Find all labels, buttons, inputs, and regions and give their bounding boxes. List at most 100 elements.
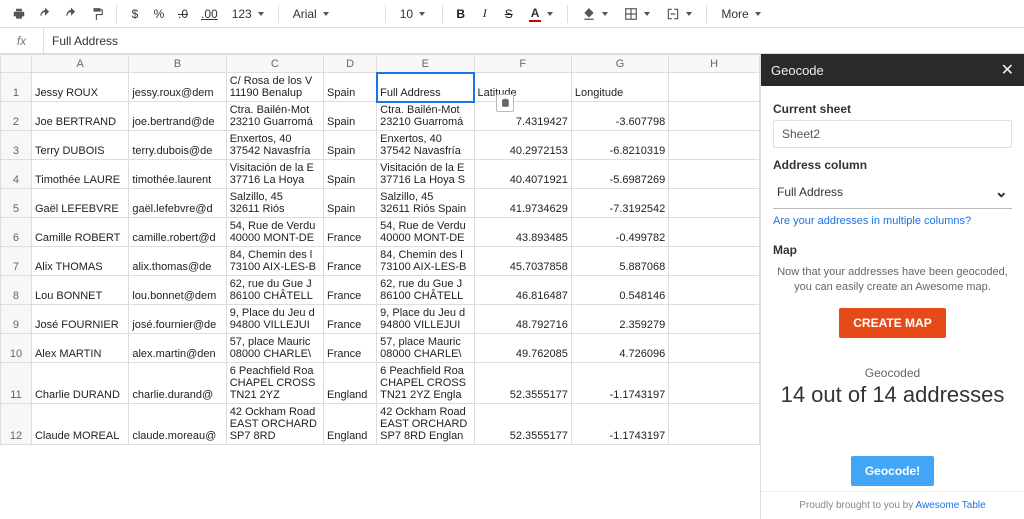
fill-color-dropdown[interactable] — [576, 3, 614, 25]
font-family-dropdown[interactable]: Arial — [287, 3, 377, 25]
row-header[interactable]: 2 — [1, 102, 32, 131]
bold-button[interactable]: B — [451, 3, 471, 25]
cell-F10[interactable]: 49.762085 — [474, 334, 571, 363]
print-button[interactable] — [8, 3, 30, 25]
cell-G10[interactable]: 4.726096 — [571, 334, 668, 363]
cell-E5[interactable]: Salzillo, 4532611 Riós Spain — [377, 189, 474, 218]
increase-decimal-button[interactable]: .00 — [197, 3, 222, 25]
cell-F8[interactable]: 46.816487 — [474, 276, 571, 305]
strikethrough-button[interactable]: S — [499, 3, 519, 25]
cell-H3[interactable] — [669, 131, 760, 160]
formula-value[interactable]: Full Address — [44, 34, 126, 48]
cell-F1[interactable]: Latitude — [474, 73, 571, 102]
geocode-button[interactable]: Geocode! — [851, 456, 934, 486]
cell-D4[interactable]: Spain — [324, 160, 377, 189]
cell-F4[interactable]: 40.4071921 — [474, 160, 571, 189]
cell-H5[interactable] — [669, 189, 760, 218]
row-header[interactable]: 6 — [1, 218, 32, 247]
cell-A3[interactable]: Terry DUBOIS — [31, 131, 128, 160]
cell-D9[interactable]: France — [324, 305, 377, 334]
column-header-G[interactable]: G — [571, 55, 668, 73]
cell-G6[interactable]: -0.499782 — [571, 218, 668, 247]
cell-A8[interactable]: Lou BONNET — [31, 276, 128, 305]
cell-E2[interactable]: Ctra. Bailén-Mot23210 Guarromá — [377, 102, 474, 131]
cell-A1[interactable]: Jessy ROUX — [31, 73, 128, 102]
cell-H10[interactable] — [669, 334, 760, 363]
cell-E11[interactable]: 6 Peachfield RoaCHAPEL CROSSTN21 2YZ Eng… — [377, 363, 474, 404]
cell-F7[interactable]: 45.7037858 — [474, 247, 571, 276]
cell-E4[interactable]: Visitación de la E37716 La Hoya S — [377, 160, 474, 189]
column-header-E[interactable]: E — [377, 55, 474, 73]
row-header[interactable]: 3 — [1, 131, 32, 160]
cell-B9[interactable]: josé.fournier@de — [129, 305, 226, 334]
cell-C2[interactable]: Ctra. Bailén-Mot23210 Guarromá — [226, 102, 323, 131]
multi-columns-link[interactable]: Are your addresses in multiple columns? — [773, 213, 1012, 237]
merge-cells-dropdown[interactable] — [660, 3, 698, 25]
cell-F5[interactable]: 41.9734629 — [474, 189, 571, 218]
cell-F9[interactable]: 48.792716 — [474, 305, 571, 334]
cell-F3[interactable]: 40.2972153 — [474, 131, 571, 160]
row-header[interactable]: 5 — [1, 189, 32, 218]
font-size-dropdown[interactable]: 10 — [394, 3, 434, 25]
cell-C8[interactable]: 62, rue du Gue J86100 CHÂTELL — [226, 276, 323, 305]
cell-E10[interactable]: 57, place Mauric08000 CHARLE\ — [377, 334, 474, 363]
cell-E9[interactable]: 9, Place du Jeu d94800 VILLEJUI — [377, 305, 474, 334]
cell-F2[interactable]: 7.4319427 — [474, 102, 571, 131]
cell-E12[interactable]: 42 Ockham RoadEAST ORCHARDSP7 8RD Englan — [377, 404, 474, 445]
cell-D5[interactable]: Spain — [324, 189, 377, 218]
cell-G4[interactable]: -5.6987269 — [571, 160, 668, 189]
column-header-H[interactable]: H — [669, 55, 760, 73]
address-column-select[interactable]: Full Address ⌄ — [773, 176, 1012, 209]
cell-D11[interactable]: England — [324, 363, 377, 404]
currency-format-button[interactable]: $ — [125, 3, 145, 25]
cell-A2[interactable]: Joe BERTRAND — [31, 102, 128, 131]
row-header[interactable]: 1 — [1, 73, 32, 102]
cell-F11[interactable]: 52.3555177 — [474, 363, 571, 404]
cell-D8[interactable]: France — [324, 276, 377, 305]
cell-D1[interactable]: Spain — [324, 73, 377, 102]
cell-G8[interactable]: 0.548146 — [571, 276, 668, 305]
cell-A7[interactable]: Alix THOMAS — [31, 247, 128, 276]
cell-B8[interactable]: lou.bonnet@dem — [129, 276, 226, 305]
cell-G1[interactable]: Longitude — [571, 73, 668, 102]
number-format-dropdown[interactable]: 123 — [226, 3, 270, 25]
cell-H4[interactable] — [669, 160, 760, 189]
cell-C11[interactable]: 6 Peachfield RoaCHAPEL CROSSTN21 2YZ — [226, 363, 323, 404]
close-icon[interactable]: ✕ — [1001, 60, 1014, 80]
cell-E7[interactable]: 84, Chemin des l73100 AIX-LES-B — [377, 247, 474, 276]
cell-B10[interactable]: alex.martin@den — [129, 334, 226, 363]
cell-A11[interactable]: Charlie DURAND — [31, 363, 128, 404]
borders-dropdown[interactable] — [618, 3, 656, 25]
row-header[interactable]: 8 — [1, 276, 32, 305]
cell-C6[interactable]: 54, Rue de Verdu40000 MONT-DE — [226, 218, 323, 247]
cell-B1[interactable]: jessy.roux@dem — [129, 73, 226, 102]
cell-C12[interactable]: 42 Ockham RoadEAST ORCHARDSP7 8RD — [226, 404, 323, 445]
cell-E8[interactable]: 62, rue du Gue J86100 CHÂTELL — [377, 276, 474, 305]
cell-C9[interactable]: 9, Place du Jeu d94800 VILLEJUI — [226, 305, 323, 334]
cell-H12[interactable] — [669, 404, 760, 445]
column-header-F[interactable]: F — [474, 55, 571, 73]
cell-D7[interactable]: France — [324, 247, 377, 276]
redo-button[interactable] — [60, 3, 82, 25]
cell-D3[interactable]: Spain — [324, 131, 377, 160]
spreadsheet-grid[interactable]: ABCDEFGH1Jessy ROUXjessy.roux@demC/ Rosa… — [0, 54, 760, 519]
text-color-dropdown[interactable]: A — [523, 3, 560, 25]
italic-button[interactable]: I — [475, 3, 495, 25]
cell-D6[interactable]: France — [324, 218, 377, 247]
cell-C4[interactable]: Visitación de la E37716 La Hoya — [226, 160, 323, 189]
cell-C3[interactable]: Enxertos, 4037542 Navasfría — [226, 131, 323, 160]
create-map-button[interactable]: CREATE MAP — [839, 308, 945, 338]
cell-E3[interactable]: Enxertos, 4037542 Navasfría — [377, 131, 474, 160]
cell-H9[interactable] — [669, 305, 760, 334]
column-header-B[interactable]: B — [129, 55, 226, 73]
row-header[interactable]: 9 — [1, 305, 32, 334]
paint-format-button[interactable] — [86, 3, 108, 25]
cell-A9[interactable]: José FOURNIER — [31, 305, 128, 334]
more-menu[interactable]: More — [715, 3, 766, 25]
awesome-table-link[interactable]: Awesome Table — [915, 500, 985, 511]
cell-B2[interactable]: joe.bertrand@de — [129, 102, 226, 131]
row-header[interactable]: 11 — [1, 363, 32, 404]
cell-B4[interactable]: timothée.laurent — [129, 160, 226, 189]
cell-H2[interactable] — [669, 102, 760, 131]
row-header[interactable]: 7 — [1, 247, 32, 276]
